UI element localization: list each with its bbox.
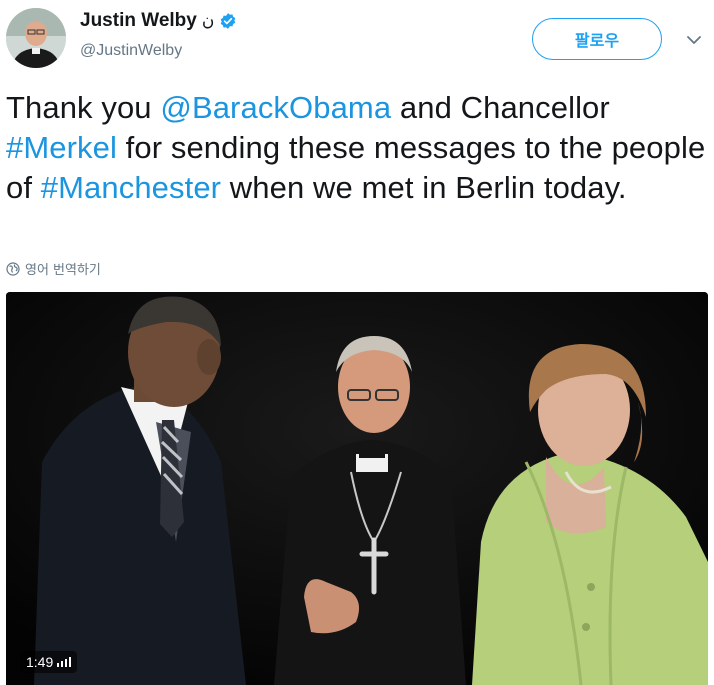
tweet-text-segment: when we met in Berlin today. — [221, 170, 627, 205]
author-name-suffix: ن — [201, 11, 215, 30]
video-thumbnail — [6, 292, 708, 685]
globe-icon — [6, 261, 20, 276]
author-display-name[interactable]: Justin Welby — [80, 10, 197, 32]
verified-badge-icon — [221, 13, 236, 29]
avatar[interactable] — [6, 8, 66, 68]
hashtag-link-merkel[interactable]: #Merkel — [6, 130, 117, 165]
translate-tweet-link[interactable]: 영어 번역하기 — [6, 259, 101, 278]
video-duration-badge: 1:49 — [20, 651, 78, 673]
mention-link-barackobama[interactable]: @BarackObama — [160, 90, 391, 125]
video-duration: 1:49 — [26, 654, 54, 670]
author-handle[interactable]: @JustinWelby — [80, 42, 182, 60]
hashtag-link-manchester[interactable]: #Manchester — [41, 170, 221, 205]
author-name-row[interactable]: Justin Welby ن — [80, 10, 237, 32]
tweet-text: Thank you @BarackObama and Chancellor #M… — [6, 88, 708, 208]
translate-label[interactable]: 영어 번역하기 — [25, 259, 101, 278]
follow-button[interactable]: 팔로우 — [532, 18, 662, 60]
volume-bars-icon — [57, 657, 72, 667]
chevron-down-icon[interactable] — [684, 30, 704, 50]
tweet-text-segment: Thank you — [6, 90, 161, 125]
tweet-text-segment: and Chancellor — [391, 90, 610, 125]
video-player[interactable]: 1:49 — [6, 292, 708, 685]
